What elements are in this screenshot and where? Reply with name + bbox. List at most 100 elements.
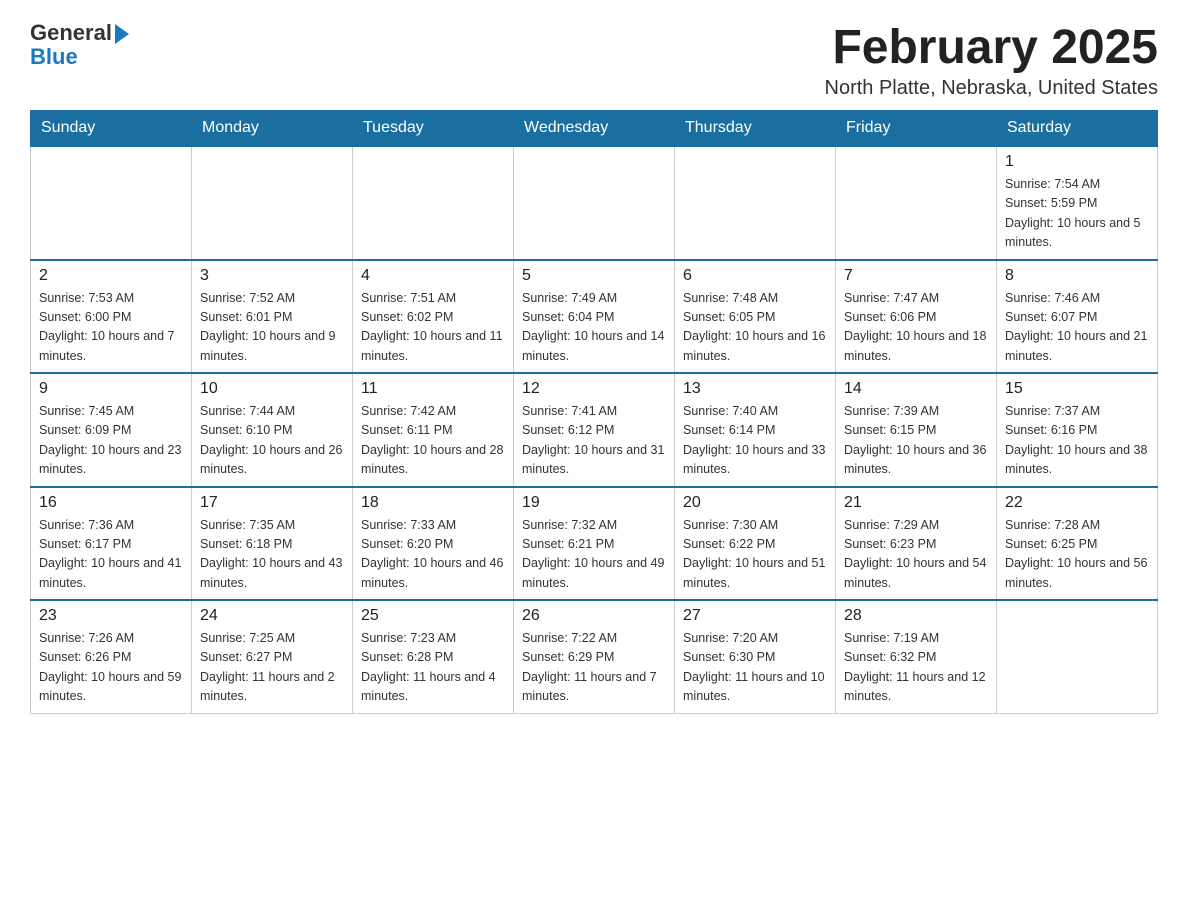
day-info: Sunrise: 7:45 AMSunset: 6:09 PMDaylight:…: [39, 402, 183, 480]
day-number: 11: [361, 380, 505, 398]
day-number: 10: [200, 380, 344, 398]
day-number: 24: [200, 607, 344, 625]
day-info: Sunrise: 7:51 AMSunset: 6:02 PMDaylight:…: [361, 289, 505, 367]
calendar-cell: 1 Sunrise: 7:54 AMSunset: 5:59 PMDaylight…: [997, 146, 1158, 260]
day-number: 3: [200, 267, 344, 285]
calendar-cell: 22 Sunrise: 7:28 AMSunset: 6:25 PMDayligh…: [997, 487, 1158, 601]
calendar-cell: 27 Sunrise: 7:20 AMSunset: 6:30 PMDayligh…: [675, 600, 836, 713]
day-info: Sunrise: 7:35 AMSunset: 6:18 PMDaylight:…: [200, 516, 344, 594]
day-number: 18: [361, 494, 505, 512]
day-number: 14: [844, 380, 988, 398]
calendar-cell: 16Sunrise: 7:36 AMSunset: 6:17 PMDayligh…: [31, 487, 192, 601]
column-header-monday: Monday: [192, 111, 353, 147]
calendar-cell: [836, 146, 997, 260]
calendar-cell: 21 Sunrise: 7:29 AMSunset: 6:23 PMDayligh…: [836, 487, 997, 601]
calendar-cell: 5 Sunrise: 7:49 AMSunset: 6:04 PMDaylight…: [514, 260, 675, 374]
calendar-header-row: SundayMondayTuesdayWednesdayThursdayFrid…: [31, 111, 1158, 147]
day-info: Sunrise: 7:41 AMSunset: 6:12 PMDaylight:…: [522, 402, 666, 480]
day-number: 22: [1005, 494, 1149, 512]
calendar-cell: [514, 146, 675, 260]
calendar-week-row: 2 Sunrise: 7:53 AMSunset: 6:00 PMDaylight…: [31, 260, 1158, 374]
logo-general-text: General: [30, 20, 112, 46]
calendar-cell: 14 Sunrise: 7:39 AMSunset: 6:15 PMDayligh…: [836, 373, 997, 487]
column-header-sunday: Sunday: [31, 111, 192, 147]
day-info: Sunrise: 7:39 AMSunset: 6:15 PMDaylight:…: [844, 402, 988, 480]
calendar-cell: 2 Sunrise: 7:53 AMSunset: 6:00 PMDaylight…: [31, 260, 192, 374]
calendar-cell: 24 Sunrise: 7:25 AMSunset: 6:27 PMDayligh…: [192, 600, 353, 713]
day-number: 4: [361, 267, 505, 285]
calendar-week-row: 16Sunrise: 7:36 AMSunset: 6:17 PMDayligh…: [31, 487, 1158, 601]
title-block: February 2025 North Platte, Nebraska, Un…: [825, 20, 1159, 100]
month-title: February 2025: [825, 20, 1159, 75]
day-info: Sunrise: 7:47 AMSunset: 6:06 PMDaylight:…: [844, 289, 988, 367]
day-info: Sunrise: 7:49 AMSunset: 6:04 PMDaylight:…: [522, 289, 666, 367]
calendar-cell: 26Sunrise: 7:22 AMSunset: 6:29 PMDayligh…: [514, 600, 675, 713]
day-number: 16: [39, 494, 183, 512]
day-number: 28: [844, 607, 988, 625]
day-number: 15: [1005, 380, 1149, 398]
day-info: Sunrise: 7:20 AMSunset: 6:30 PMDaylight:…: [683, 629, 827, 707]
day-number: 12: [522, 380, 666, 398]
day-info: Sunrise: 7:46 AMSunset: 6:07 PMDaylight:…: [1005, 289, 1149, 367]
logo-arrow-icon: [115, 24, 129, 44]
day-info: Sunrise: 7:40 AMSunset: 6:14 PMDaylight:…: [683, 402, 827, 480]
day-info: Sunrise: 7:44 AMSunset: 6:10 PMDaylight:…: [200, 402, 344, 480]
day-info: Sunrise: 7:19 AMSunset: 6:32 PMDaylight:…: [844, 629, 988, 707]
location-title: North Platte, Nebraska, United States: [825, 77, 1159, 100]
day-info: Sunrise: 7:33 AMSunset: 6:20 PMDaylight:…: [361, 516, 505, 594]
day-number: 1: [1005, 153, 1149, 171]
calendar-cell: [353, 146, 514, 260]
day-info: Sunrise: 7:42 AMSunset: 6:11 PMDaylight:…: [361, 402, 505, 480]
logo: General Blue: [30, 20, 129, 70]
day-number: 17: [200, 494, 344, 512]
day-info: Sunrise: 7:29 AMSunset: 6:23 PMDaylight:…: [844, 516, 988, 594]
day-info: Sunrise: 7:32 AMSunset: 6:21 PMDaylight:…: [522, 516, 666, 594]
column-header-thursday: Thursday: [675, 111, 836, 147]
calendar-cell: [31, 146, 192, 260]
day-info: Sunrise: 7:28 AMSunset: 6:25 PMDaylight:…: [1005, 516, 1149, 594]
day-number: 23: [39, 607, 183, 625]
day-info: Sunrise: 7:30 AMSunset: 6:22 PMDaylight:…: [683, 516, 827, 594]
calendar-cell: 3Sunrise: 7:52 AMSunset: 6:01 PMDaylight…: [192, 260, 353, 374]
day-number: 20: [683, 494, 827, 512]
calendar-cell: 4 Sunrise: 7:51 AMSunset: 6:02 PMDaylight…: [353, 260, 514, 374]
calendar-week-row: 9 Sunrise: 7:45 AMSunset: 6:09 PMDaylight…: [31, 373, 1158, 487]
logo-blue-text: Blue: [30, 44, 78, 70]
calendar-cell: 8 Sunrise: 7:46 AMSunset: 6:07 PMDaylight…: [997, 260, 1158, 374]
day-info: Sunrise: 7:48 AMSunset: 6:05 PMDaylight:…: [683, 289, 827, 367]
column-header-tuesday: Tuesday: [353, 111, 514, 147]
day-number: 19: [522, 494, 666, 512]
calendar-cell: 28 Sunrise: 7:19 AMSunset: 6:32 PMDayligh…: [836, 600, 997, 713]
calendar-cell: 15Sunrise: 7:37 AMSunset: 6:16 PMDayligh…: [997, 373, 1158, 487]
page-header: General Blue February 2025 North Platte,…: [30, 20, 1158, 100]
calendar-cell: 6Sunrise: 7:48 AMSunset: 6:05 PMDaylight…: [675, 260, 836, 374]
calendar-cell: [675, 146, 836, 260]
column-header-friday: Friday: [836, 111, 997, 147]
calendar-cell: 7 Sunrise: 7:47 AMSunset: 6:06 PMDaylight…: [836, 260, 997, 374]
day-number: 5: [522, 267, 666, 285]
day-number: 2: [39, 267, 183, 285]
day-number: 9: [39, 380, 183, 398]
day-number: 13: [683, 380, 827, 398]
calendar-cell: 11 Sunrise: 7:42 AMSunset: 6:11 PMDayligh…: [353, 373, 514, 487]
day-info: Sunrise: 7:22 AMSunset: 6:29 PMDaylight:…: [522, 629, 666, 707]
day-number: 21: [844, 494, 988, 512]
calendar-cell: 19 Sunrise: 7:32 AMSunset: 6:21 PMDayligh…: [514, 487, 675, 601]
calendar-cell: [192, 146, 353, 260]
day-number: 25: [361, 607, 505, 625]
calendar-cell: 25Sunrise: 7:23 AMSunset: 6:28 PMDayligh…: [353, 600, 514, 713]
day-info: Sunrise: 7:25 AMSunset: 6:27 PMDaylight:…: [200, 629, 344, 707]
day-info: Sunrise: 7:54 AMSunset: 5:59 PMDaylight:…: [1005, 175, 1149, 253]
calendar-cell: [997, 600, 1158, 713]
day-info: Sunrise: 7:53 AMSunset: 6:00 PMDaylight:…: [39, 289, 183, 367]
calendar-week-row: 1 Sunrise: 7:54 AMSunset: 5:59 PMDaylight…: [31, 146, 1158, 260]
calendar-table: SundayMondayTuesdayWednesdayThursdayFrid…: [30, 110, 1158, 714]
day-number: 27: [683, 607, 827, 625]
column-header-saturday: Saturday: [997, 111, 1158, 147]
calendar-cell: 17 Sunrise: 7:35 AMSunset: 6:18 PMDayligh…: [192, 487, 353, 601]
calendar-cell: 23Sunrise: 7:26 AMSunset: 6:26 PMDayligh…: [31, 600, 192, 713]
day-number: 8: [1005, 267, 1149, 285]
calendar-cell: 9 Sunrise: 7:45 AMSunset: 6:09 PMDaylight…: [31, 373, 192, 487]
calendar-week-row: 23Sunrise: 7:26 AMSunset: 6:26 PMDayligh…: [31, 600, 1158, 713]
day-number: 7: [844, 267, 988, 285]
